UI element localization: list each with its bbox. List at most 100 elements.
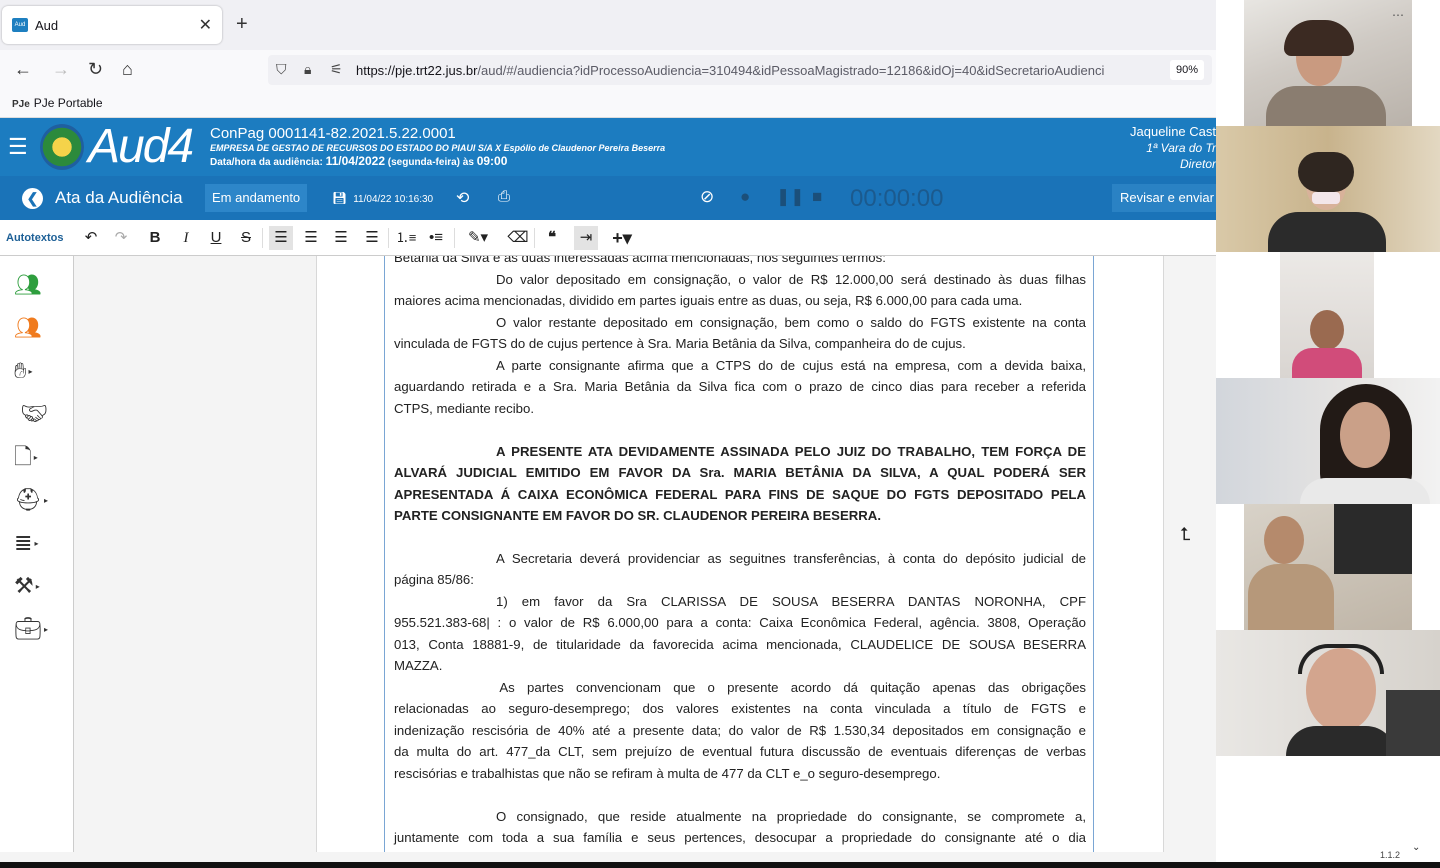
shield-icon[interactable]: ⛉	[276, 61, 287, 78]
doc-line: O valor restante depositado em consignaç…	[496, 315, 1086, 330]
forward-arrow-icon[interactable]: →	[52, 59, 70, 79]
url-domain: https://pje.trt22.jus.br	[356, 63, 478, 78]
handshake-icon[interactable]: 🤝︎	[20, 401, 48, 427]
team-orange-icon[interactable]: 👥︎	[14, 315, 42, 341]
lock-icon[interactable]: 🔒︎	[304, 61, 311, 78]
doc-line: CTPS, mediante recibo.	[394, 401, 534, 416]
participant-video-2[interactable]	[1216, 126, 1440, 252]
insert-plus-icon[interactable]: +▾	[604, 226, 640, 250]
hand-icon[interactable]: ✋︎ ▸	[14, 358, 33, 385]
aud4-logo: Aud4	[88, 120, 194, 173]
chevron-down-icon[interactable]: ⌄	[1412, 842, 1420, 853]
align-left-icon[interactable]: ☰	[299, 226, 323, 250]
close-tab-icon[interactable]: ✕	[199, 15, 212, 35]
bookmarks-bar: PJe PJe Portable	[0, 90, 1216, 118]
doc-line: As partes convencionam que o presente ac…	[499, 680, 1086, 695]
briefcase-icon[interactable]: 💼︎ ▸	[14, 616, 48, 643]
participant-body	[1292, 348, 1362, 378]
doc-line: MAZZA.	[394, 658, 443, 673]
bookmark-label: PJe Portable	[33, 96, 103, 110]
eraser-icon[interactable]: ⌫	[506, 226, 530, 250]
doc-line: A Secretaria deverá providenciar as segu…	[496, 551, 1086, 566]
aud-favicon: Aud	[12, 18, 28, 32]
panel-scrollbar[interactable]: ⌄	[1408, 756, 1424, 853]
new-tab-icon[interactable]: +	[236, 14, 248, 34]
video-call-panel: ⋯	[1216, 0, 1440, 868]
align-center-icon[interactable]: ☰	[329, 226, 353, 250]
numbered-list-icon[interactable]: ⒈≡	[394, 226, 418, 250]
menu-icon[interactable]: ☰	[8, 136, 28, 158]
pje-logo: PJe	[12, 99, 30, 110]
participant-video-3[interactable]	[1280, 252, 1374, 378]
ata-toolbar: ❮ Ata da Audiência Em andamento 💾︎ 11/04/…	[0, 176, 1216, 220]
toolbar-divider	[262, 228, 263, 248]
team-green-icon[interactable]: 👥︎	[14, 272, 42, 298]
doc-line: maiores acima mencionadas, dividido em p…	[394, 293, 1023, 308]
underline-icon[interactable]: U	[204, 226, 228, 250]
ata-text-editor[interactable]: Betânia da Silva e às duas interessadas …	[384, 256, 1094, 852]
document-icon[interactable]: 🗋 ▸	[14, 444, 38, 471]
app-header: ☰ Aud4 ConPag 0001141-82.2021.5.22.0001 …	[0, 118, 1216, 176]
home-icon[interactable]: ⌂	[122, 59, 133, 79]
permissions-icon[interactable]: ⚟	[330, 61, 343, 78]
url-path: /aud/#/audiencia?idProcessoAudiencia=310…	[477, 63, 1105, 78]
reload-icon[interactable]: ↻	[88, 59, 103, 79]
align-justify-icon[interactable]: ☰	[269, 226, 293, 250]
print-icon[interactable]: ⎙	[498, 188, 510, 205]
user-info[interactable]: Jaqueline Cast 1ª Vara do Tr Diretor	[1130, 124, 1216, 172]
undo-icon[interactable]: ↶	[79, 226, 103, 250]
status-badge[interactable]: Em andamento	[205, 184, 308, 212]
pause-icon[interactable]: ❚❚	[776, 187, 805, 207]
bookmark-pje-portable[interactable]: PJe PJe Portable	[12, 96, 103, 110]
back-button[interactable]: ❮	[22, 188, 43, 209]
participant-face	[1264, 516, 1304, 564]
last-saved: 💾︎ 11/04/22 10:16:30	[332, 191, 433, 205]
camera-off-icon[interactable]: ⊘	[700, 187, 714, 207]
doc-line: 955.521.383-68| : o valor de R$ 6.000,00…	[394, 615, 1086, 630]
participant-video-4[interactable]	[1216, 378, 1440, 504]
doc-line: juntamente com toda a sua família e seus…	[394, 830, 1086, 845]
align-right-icon[interactable]: ☰	[360, 226, 384, 250]
gavel-icon[interactable]: ⚒︎ ▸	[14, 573, 40, 600]
bullet-list-icon[interactable]: •≡	[424, 226, 448, 250]
process-parties: EMPRESA DE GESTAO DE RECURSOS DO ESTADO …	[210, 143, 666, 153]
stop-icon[interactable]: ■	[812, 187, 822, 207]
participant-hair	[1284, 20, 1354, 56]
participant-video-6[interactable]	[1216, 630, 1440, 756]
doc-line: PARTE CONSIGNANTE EM FAVOR DO SR. CLAUDE…	[394, 508, 881, 523]
url-text[interactable]: https://pje.trt22.jus.br/aud/#/audiencia…	[356, 63, 1156, 78]
doc-line: 1) em favor da Sra CLARISSA DE SOUSA BES…	[496, 594, 1086, 609]
zoom-level[interactable]: 90%	[1169, 60, 1204, 80]
browser-tabbar: Aud Aud ✕ +	[0, 0, 1216, 50]
autotextos-label[interactable]: Autotextos	[6, 232, 63, 244]
doc-line: aguardando retirada e a Sra. Maria Betân…	[394, 379, 1086, 394]
back-arrow-icon[interactable]: ←	[14, 59, 32, 79]
indent-icon[interactable]: ⇥	[574, 226, 598, 250]
medical-kit-icon[interactable]: ⛑︎ ▸	[14, 487, 48, 514]
ata-title: Ata da Audiência	[55, 188, 183, 207]
italic-icon[interactable]: I	[174, 226, 198, 250]
hearing-time: 09:00	[476, 154, 508, 168]
hearing-datetime: Data/hora da audiência: 11/04/2022 (segu…	[210, 154, 507, 168]
highlight-color-icon[interactable]: ✎▾	[460, 226, 496, 250]
tile-options-icon[interactable]: ⋯	[1392, 8, 1404, 22]
user-unit: 1ª Vara do Tr	[1146, 141, 1216, 155]
redo-icon[interactable]: ↷	[109, 226, 133, 250]
toolbar-divider	[454, 228, 455, 248]
browser-tab[interactable]: Aud Aud ✕	[2, 6, 222, 44]
blockquote-icon[interactable]: ❝	[540, 226, 564, 250]
participant-video-5[interactable]	[1244, 504, 1412, 630]
participant-video-1[interactable]: ⋯	[1244, 0, 1412, 126]
hearing-weekday: (segunda-feira) às	[387, 157, 474, 168]
strikethrough-icon[interactable]: S	[234, 226, 258, 250]
address-bar[interactable]: ⛉ 🔒︎ ⚟ https://pje.trt22.jus.br/aud/#/au…	[268, 55, 1212, 85]
list-icon[interactable]: ≣ ▸	[14, 530, 38, 557]
editor-toolbar: Autotextos ↶ ↷ B I U S ☰ ☰ ☰ ☰ ⒈≡ •≡ ✎▾ …	[0, 220, 1216, 256]
save-icon[interactable]: 💾︎	[332, 191, 347, 205]
record-icon[interactable]: ●	[740, 187, 750, 207]
review-send-button[interactable]: Revisar e enviar i	[1112, 184, 1216, 212]
bold-icon[interactable]: B	[143, 226, 167, 250]
history-icon[interactable]: ⟲	[456, 188, 469, 208]
doc-line: indenização rescisória de 40% até a pres…	[394, 723, 1086, 738]
saved-timestamp: 11/04/22 10:16:30	[353, 194, 434, 205]
